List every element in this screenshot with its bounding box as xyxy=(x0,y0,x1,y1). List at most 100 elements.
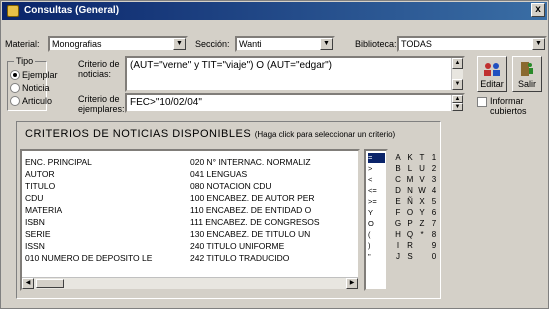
character-key[interactable]: I xyxy=(393,241,403,251)
informar-label-1[interactable]: Informar xyxy=(490,96,524,106)
operator-item[interactable]: ( xyxy=(368,230,385,240)
criterio-ejemplares-scrollbar[interactable]: ▲ ▼ xyxy=(451,95,463,111)
operator-item[interactable]: = xyxy=(368,153,385,163)
criterio-item[interactable]: 240 TITULO UNIFORME xyxy=(190,241,284,251)
criterio-ejemplares-input[interactable]: FEC>"10/02/04" ▲ ▼ xyxy=(125,93,465,113)
close-button[interactable]: x xyxy=(531,3,545,17)
radio-ejemplar-label[interactable]: Ejemplar xyxy=(22,70,58,80)
operator-item[interactable]: Y xyxy=(368,208,385,218)
character-key[interactable]: 2 xyxy=(429,164,439,174)
criterio-item[interactable]: 130 ENCABEZ. DE TITULO UN xyxy=(190,229,310,239)
character-key[interactable]: J xyxy=(393,252,403,262)
criterio-item[interactable]: ENC. PRINCIPAL xyxy=(25,157,92,167)
operator-item[interactable]: >= xyxy=(368,197,385,207)
chevron-down-icon[interactable]: ▼ xyxy=(173,38,186,50)
chevron-down-icon[interactable]: ▼ xyxy=(532,38,545,50)
criterio-item[interactable]: 242 TITULO TRADUCIDO xyxy=(190,253,289,263)
character-key[interactable]: X xyxy=(417,197,427,207)
character-key[interactable]: U xyxy=(417,164,427,174)
scroll-up-icon[interactable]: ▲ xyxy=(452,58,463,69)
operators-list[interactable]: = > < <= >= Y O() " xyxy=(364,149,388,291)
criterio-item[interactable]: 080 NOTACION CDU xyxy=(190,181,272,191)
character-key[interactable]: G xyxy=(393,219,403,229)
radio-ejemplar[interactable] xyxy=(10,70,20,80)
character-key[interactable]: H xyxy=(393,230,403,240)
scroll-down-icon[interactable]: ▼ xyxy=(452,79,463,90)
operator-item[interactable]: O xyxy=(368,219,385,229)
scroll-down-icon[interactable]: ▼ xyxy=(452,103,463,111)
criterio-item[interactable]: 100 ENCABEZ. DE AUTOR PER xyxy=(190,193,315,203)
character-key[interactable]: A xyxy=(393,153,403,163)
criterio-item[interactable]: ISSN xyxy=(25,241,45,251)
character-key[interactable]: Z xyxy=(417,219,427,229)
character-key[interactable]: Q xyxy=(405,230,415,240)
editar-button[interactable]: Editar xyxy=(477,56,507,92)
character-key[interactable]: F xyxy=(393,208,403,218)
character-key[interactable]: Y xyxy=(417,208,427,218)
criterio-item[interactable]: AUTOR xyxy=(25,169,55,179)
radio-articulo-label[interactable]: Articulo xyxy=(22,96,52,106)
criterio-item[interactable]: CDU xyxy=(25,193,43,203)
character-key[interactable]: 8 xyxy=(429,230,439,240)
character-key[interactable]: W xyxy=(417,186,427,196)
criterio-item[interactable]: SERIE xyxy=(25,229,51,239)
character-key[interactable]: V xyxy=(417,175,427,185)
character-key[interactable]: 7 xyxy=(429,219,439,229)
criterio-noticias-scrollbar[interactable]: ▲ ▼ xyxy=(451,58,463,90)
operator-item[interactable]: > xyxy=(368,164,385,174)
character-key[interactable]: B xyxy=(393,164,403,174)
criterio-item[interactable]: ISBN xyxy=(25,217,45,227)
character-key[interactable]: C xyxy=(393,175,403,185)
criterio-item[interactable]: 041 LENGUAS xyxy=(190,169,247,179)
character-key[interactable]: 3 xyxy=(429,175,439,185)
chevron-down-icon[interactable]: ▼ xyxy=(320,38,333,50)
character-key[interactable]: 4 xyxy=(429,186,439,196)
character-key[interactable]: T xyxy=(417,153,427,163)
character-key[interactable]: P xyxy=(405,219,415,229)
character-key[interactable]: O xyxy=(405,208,415,218)
character-key[interactable]: 9 xyxy=(429,241,439,251)
character-key[interactable]: 5 xyxy=(429,197,439,207)
character-key[interactable]: S xyxy=(405,252,415,262)
character-key[interactable]: 0 xyxy=(429,252,439,262)
radio-articulo[interactable] xyxy=(10,96,20,106)
scroll-up-icon[interactable]: ▲ xyxy=(452,95,463,103)
salir-button[interactable]: Salir xyxy=(512,56,542,92)
character-key[interactable]: D xyxy=(393,186,403,196)
hscroll-thumb[interactable] xyxy=(36,279,64,288)
character-key[interactable]: E xyxy=(393,197,403,207)
radio-noticia-label[interactable]: Noticia xyxy=(22,83,50,93)
material-select[interactable]: Monografias ▼ xyxy=(48,36,188,52)
operator-item[interactable]: < xyxy=(368,175,385,185)
biblioteca-select[interactable]: TODAS ▼ xyxy=(397,36,547,52)
character-key[interactable]: L xyxy=(405,164,415,174)
character-key[interactable]: R xyxy=(405,241,415,251)
scroll-right-icon[interactable]: ▶ xyxy=(346,278,358,289)
character-key[interactable]: K xyxy=(405,153,415,163)
criterio-item[interactable]: 020 N° INTERNAC. NORMALIZ xyxy=(190,157,311,167)
operator-item[interactable]: ) xyxy=(368,241,385,251)
informar-label-2[interactable]: cubiertos xyxy=(490,106,527,116)
criterio-noticias-input[interactable]: (AUT="verne" y TIT="viaje") O (AUT="edga… xyxy=(125,56,465,92)
criterios-list[interactable]: ENC. PRINCIPAL AUTOR TITULO CDU MATERIA ISBN S… xyxy=(20,149,360,291)
criterio-item[interactable]: 110 ENCABEZ. DE ENTIDAD O xyxy=(190,205,311,215)
radio-noticia[interactable] xyxy=(10,83,20,93)
seccion-select[interactable]: Wanti ▼ xyxy=(235,36,335,52)
character-key[interactable]: 6 xyxy=(429,208,439,218)
title-bar[interactable]: Consultas (General) x xyxy=(2,2,547,20)
criterio-item[interactable]: 111 ENCABEZ. DE CONGRESOS xyxy=(190,217,320,227)
scroll-left-icon[interactable]: ◀ xyxy=(22,278,34,289)
character-key[interactable]: Ñ xyxy=(405,197,415,207)
operator-item[interactable]: " xyxy=(368,252,385,262)
character-key[interactable]: 1 xyxy=(429,153,439,163)
characters-grid[interactable]: A B C D E F G H I J K L M N Ñ O P Q R S T U V W X Y Z * 1234567890 xyxy=(393,149,440,291)
character-key[interactable]: N xyxy=(405,186,415,196)
criterio-item[interactable]: TITULO xyxy=(25,181,55,191)
operator-item[interactable]: <= xyxy=(368,186,385,196)
criterio-item[interactable]: 010 NUMERO DE DEPOSITO LE xyxy=(25,253,152,263)
criterio-item[interactable]: MATERIA xyxy=(25,205,62,215)
criterios-hscrollbar[interactable]: ◀ ▶ xyxy=(22,277,358,289)
character-key[interactable]: M xyxy=(405,175,415,185)
informar-checkbox[interactable] xyxy=(477,97,487,107)
character-key[interactable]: * xyxy=(417,230,427,240)
